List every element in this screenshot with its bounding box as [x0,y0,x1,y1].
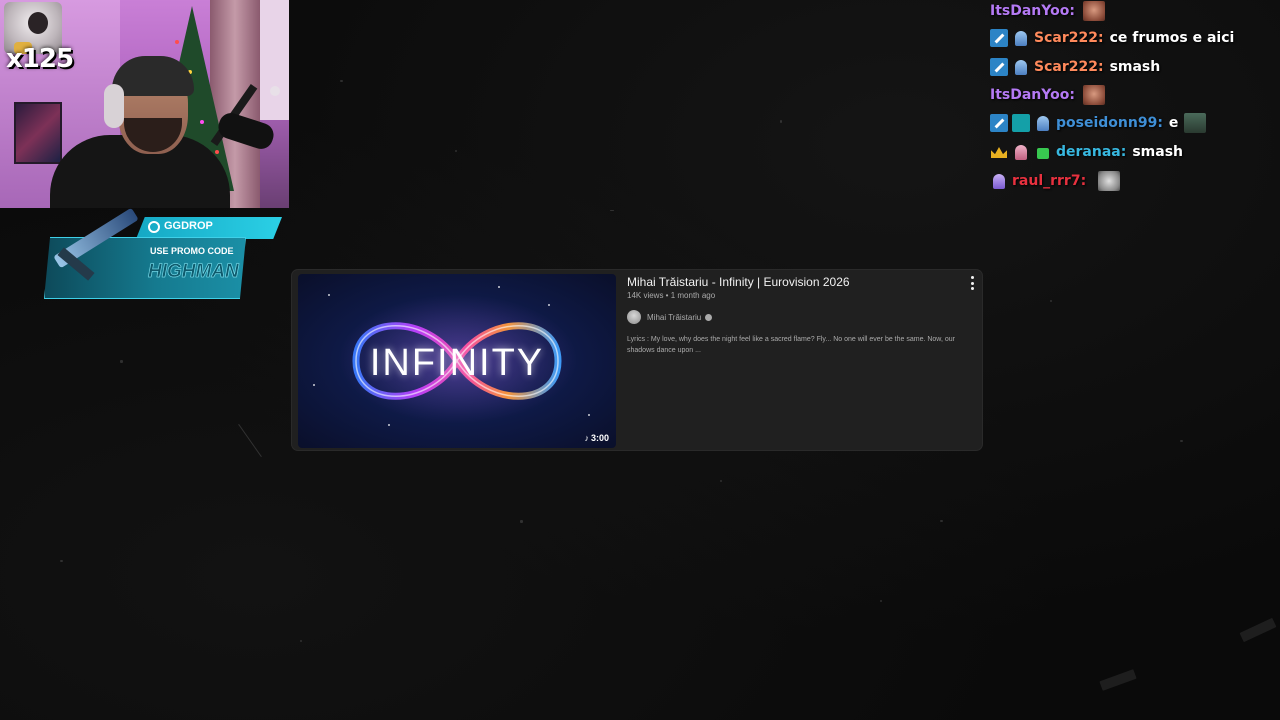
real-emote-icon [1184,113,1207,133]
webcam-painting [14,102,62,164]
gift-badge-icon[interactable] [1034,143,1052,161]
channel-avatar[interactable] [627,310,641,324]
speck [455,150,457,152]
crown-badge-icon[interactable] [990,143,1008,161]
speck [610,210,614,211]
speck [1099,669,1137,691]
mod-badge-icon[interactable] [990,58,1008,76]
chat-message: poseidonn99: e [990,112,1207,134]
star [498,286,500,288]
grey-emote-icon [1098,171,1121,191]
face-emote-icon [1082,1,1105,21]
ggdrop-logo-icon [148,221,160,233]
stream-overlay: x125 GGDROP USE PROMO CODE HIGHMAN ItsDa… [0,0,1280,720]
chat-text: smash [1109,59,1161,75]
chat-username[interactable]: raul_rrr7: [1012,173,1086,189]
tree-light [215,150,219,154]
thumbnail-title: INFINITY [369,342,545,384]
speck [1050,300,1052,302]
star [388,424,390,426]
face-emote-icon [1082,85,1105,105]
chat-message: ItsDanYoo: [990,84,1105,106]
promo-brand: GGDROP [164,220,213,232]
video-description: Lyrics : My love, why does the night fee… [627,336,955,354]
channel-row[interactable]: Mihai Trăistariu [627,310,713,324]
lamp [270,86,280,96]
speck [1180,440,1183,442]
star [548,304,550,306]
speck [780,120,782,123]
speck [238,423,262,458]
chat-username[interactable]: Scar222: [1034,30,1104,46]
chat-message: Scar222: smash [990,56,1160,78]
chat-username[interactable]: poseidonn99: [1056,115,1163,131]
speck [300,640,302,642]
video-thumbnail[interactable]: INFINITY ♪ 3:00 [298,274,616,448]
chat-username[interactable]: Scar222: [1034,59,1104,75]
speck [880,600,882,602]
channel-name[interactable]: Mihai Trăistariu [647,313,701,322]
chat-message: deranaa: smash [990,141,1183,163]
more-options-icon[interactable] [968,276,976,290]
chat-text: ce frumos e aici [1109,30,1235,46]
sub-badge-pink-icon[interactable] [1012,143,1030,161]
sub-badge-icon[interactable] [1012,58,1030,76]
sub-badge-icon[interactable] [1012,29,1030,47]
speck [60,560,63,562]
sub-badge-purple-icon[interactable] [990,172,1008,190]
mod-badge-icon[interactable] [990,114,1008,132]
speck [720,480,722,482]
multiplier-counter: x125 [6,44,74,74]
speck [1239,617,1277,643]
star [328,294,330,296]
promo-cta: USE PROMO CODE [150,246,234,256]
webcam-feed: x125 [0,0,289,208]
speck [940,520,943,522]
promo-banner: GGDROP USE PROMO CODE HIGHMAN [44,207,282,299]
tree-light [200,120,204,124]
chat-text: smash [1132,144,1183,160]
chat-text: e [1168,115,1179,131]
chat-username[interactable]: ItsDanYoo: [990,87,1075,103]
chat-message: ItsDanYoo: [990,0,1105,22]
webcam-window [258,0,289,120]
promo-code: HIGHMAN [148,261,239,283]
chat-message: raul_rrr7: [990,170,1121,192]
mod-badge-icon[interactable] [990,29,1008,47]
chat-username[interactable]: ItsDanYoo: [990,3,1075,19]
chat-username[interactable]: deranaa: [1056,144,1126,160]
headphones [104,84,124,128]
chat-message: Scar222: ce frumos e aici [990,27,1234,49]
video-title[interactable]: Mihai Trăistariu - Infinity | Eurovision… [627,275,850,289]
verified-icon [705,313,713,321]
alert-avatar-face [28,12,48,34]
duration-label: 3:00 [590,433,609,443]
menu-dot [970,276,974,279]
speck [120,360,123,363]
sub-badge-icon[interactable] [1034,114,1052,132]
speck [340,80,343,82]
video-meta: 14K views • 1 month ago [627,291,716,300]
menu-dot [970,287,974,290]
tree-light [175,40,179,44]
speck [520,520,523,523]
music-note-icon: ♪ [584,433,589,443]
video-card[interactable]: INFINITY ♪ 3:00 Mihai Trăistariu - Infin… [292,270,982,450]
og-badge-icon[interactable] [1012,114,1030,132]
star [588,414,590,416]
menu-dot [970,281,974,285]
video-duration: ♪ 3:00 [581,432,612,444]
